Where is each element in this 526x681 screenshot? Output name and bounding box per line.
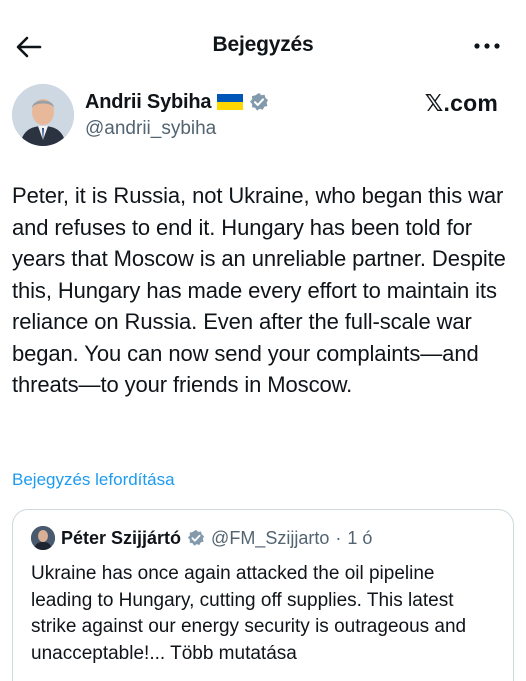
- translate-post-link[interactable]: Bejegyzés lefordítása: [12, 470, 175, 490]
- page-title: Bejegyzés: [212, 33, 314, 56]
- verified-badge-icon[interactable]: [187, 529, 205, 547]
- x-icon: 𝕏: [424, 91, 444, 117]
- dot-separator: ·: [335, 527, 342, 548]
- author-handle[interactable]: @andrii_sybiha: [85, 118, 216, 140]
- more-dots-icon: [474, 43, 500, 49]
- quote-author-handle[interactable]: @FM_Szijjarto: [211, 528, 329, 549]
- quote-header: Péter Szijjártó @FM_Szijjarto · 1 ó: [31, 526, 372, 550]
- quote-timestamp[interactable]: 1 ó: [347, 528, 372, 549]
- author-avatar[interactable]: [12, 84, 74, 146]
- top-bar: Bejegyzés: [0, 0, 526, 90]
- verified-badge-icon[interactable]: [249, 92, 269, 112]
- x-logo-suffix: .com: [443, 90, 498, 116]
- show-more-link[interactable]: Több mutatása: [170, 643, 297, 664]
- quote-author-avatar[interactable]: [31, 526, 55, 550]
- author-name-row: Andrii Sybiha: [85, 89, 269, 115]
- ukraine-flag-icon: [217, 94, 244, 110]
- profile-photo-icon: [12, 84, 74, 146]
- quote-text: Ukraine has once again attacked the oil …: [31, 561, 501, 667]
- tweet-text: Peter, it is Russia, not Ukraine, who be…: [12, 183, 506, 397]
- quote-author-name[interactable]: Péter Szijjártó: [61, 528, 181, 549]
- quoted-tweet[interactable]: Péter Szijjártó @FM_Szijjarto · 1 ó Ukra…: [12, 509, 514, 681]
- author-name[interactable]: Andrii Sybiha: [85, 91, 212, 114]
- more-button[interactable]: [472, 36, 502, 56]
- x-logo: 𝕏.com: [425, 90, 498, 117]
